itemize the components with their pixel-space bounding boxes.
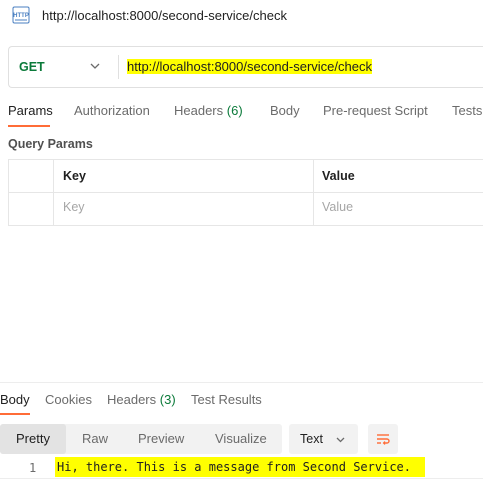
response-bottom-divider <box>0 478 483 479</box>
tab-params[interactable]: Params <box>8 103 53 118</box>
tab-authorization[interactable]: Authorization <box>74 103 150 118</box>
tab-label: Tests <box>452 103 483 118</box>
divider <box>118 55 119 79</box>
column-header-key: Key <box>63 169 86 183</box>
table-col-divider <box>313 159 314 226</box>
response-body-text[interactable]: Hi, there. This is a message from Second… <box>55 457 426 477</box>
view-preview-button[interactable]: Preview <box>138 431 184 446</box>
response-divider <box>0 382 483 383</box>
response-tab-cookies[interactable]: Cookies <box>45 392 92 407</box>
tab-label: Body <box>0 392 30 407</box>
request-title[interactable]: http://localhost:8000/second-service/che… <box>42 8 287 23</box>
table-col-divider <box>53 159 54 226</box>
value-input[interactable]: Value <box>322 200 353 214</box>
tab-body[interactable]: Body <box>270 103 300 118</box>
response-tab-headers[interactable]: Headers (3) <box>107 392 176 407</box>
tab-label: Headers <box>174 103 224 118</box>
url-input[interactable]: http://localhost:8000/second-service/che… <box>127 56 372 78</box>
key-input[interactable]: Key <box>63 200 85 214</box>
svg-text:HTTP: HTTP <box>13 13 29 19</box>
http-file-icon: HTTP <box>12 6 30 24</box>
tab-pre-request-script[interactable]: Pre-request Script <box>323 103 428 118</box>
table-row-divider <box>8 192 483 193</box>
method-select[interactable]: GET <box>19 60 45 74</box>
tab-label: Authorization <box>74 103 150 118</box>
wrap-lines-icon <box>377 434 390 445</box>
format-label: Text <box>300 432 323 446</box>
column-header-value: Value <box>322 169 355 183</box>
active-response-tab-indicator <box>0 413 30 415</box>
chevron-down-icon <box>336 437 345 443</box>
tab-label: Params <box>8 103 53 118</box>
response-tab-test-results[interactable]: Test Results <box>191 392 262 407</box>
response-headers-count: (3) <box>159 392 176 407</box>
chevron-down-icon[interactable] <box>89 60 101 72</box>
tab-label: Headers <box>107 392 157 407</box>
view-pretty-button[interactable]: Pretty <box>16 431 50 446</box>
line-number: 1 <box>29 461 37 475</box>
tab-label: Cookies <box>45 392 92 407</box>
response-tab-body[interactable]: Body <box>0 392 30 407</box>
tab-label: Test Results <box>191 392 262 407</box>
tab-tests[interactable]: Tests <box>452 103 482 118</box>
tab-label: Body <box>270 103 300 118</box>
view-visualize-button[interactable]: Visualize <box>215 431 267 446</box>
tab-label: Pre-request Script <box>323 103 428 118</box>
headers-count: (6) <box>226 103 243 118</box>
query-params-title: Query Params <box>8 137 93 151</box>
active-tab-indicator <box>8 125 50 127</box>
view-raw-button[interactable]: Raw <box>82 431 108 446</box>
url-text: http://localhost:8000/second-service/che… <box>127 59 372 74</box>
tab-headers[interactable]: Headers (6) <box>174 103 243 118</box>
